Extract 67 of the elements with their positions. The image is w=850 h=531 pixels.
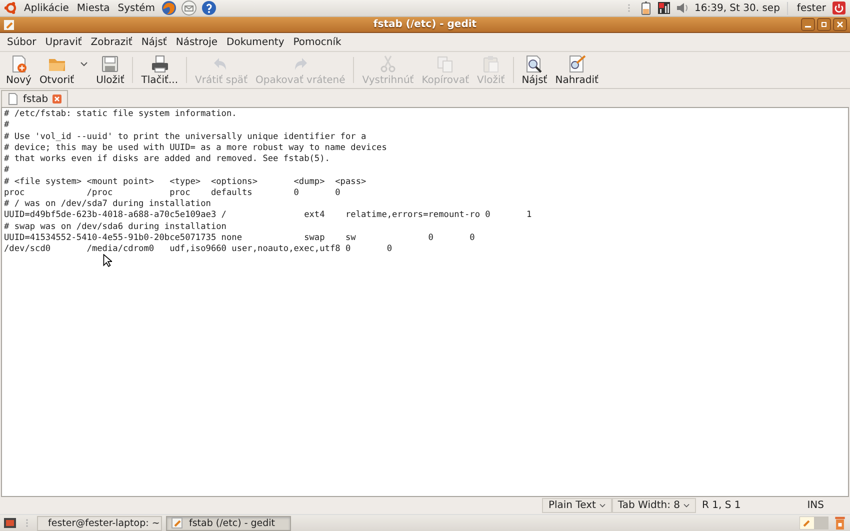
code-line: # / was on /dev/sda7 during installation (4, 199, 211, 210)
menu-item[interactable]: Upraviť (41, 36, 86, 48)
mail-icon[interactable] (181, 0, 198, 16)
code-line: # (4, 165, 10, 176)
menu-item[interactable]: Nájsť (137, 36, 171, 48)
network-icon[interactable] (656, 1, 670, 15)
menu-item[interactable]: Zobraziť (86, 36, 136, 48)
tab-width-dropdown[interactable]: Tab Width: 8 (612, 498, 696, 513)
mouse-pointer-icon (103, 254, 112, 267)
caret-icon[interactable] (80, 61, 88, 67)
show-desktop-icon[interactable] (3, 516, 17, 530)
code-line: # swap was on /dev/sda6 during installation (4, 222, 226, 233)
cursor-position: R 1, S 1 (701, 500, 742, 511)
code-line: # device; this may be used with UUID= as a more robust way to name devices (4, 142, 387, 154)
caret-icon (683, 503, 690, 508)
document-tab[interactable]: fstab (1, 90, 68, 107)
search-icon (524, 54, 544, 74)
taskbar-button[interactable]: fester@fester-laptop: ~ (37, 516, 162, 530)
taskbar-button[interactable]: fstab (/etc) - gedit (166, 516, 291, 530)
panel-menu[interactable]: Aplikácie (22, 2, 71, 14)
toolbar-button[interactable]: Uložiť (92, 53, 128, 87)
window-title: fstab (/etc) - gedit (373, 19, 477, 30)
code-line: # (4, 120, 10, 132)
code-line: UUID=d49bf5de-623b-4018-a688-a70c5e109ae3 / ext4 relatime,errors=remount-ro 0 1 (4, 210, 532, 222)
trash-icon[interactable] (833, 516, 847, 530)
panel-menu[interactable]: Systém (116, 2, 158, 14)
menu-item[interactable]: Pomocník (289, 36, 346, 48)
text-editor-icon[interactable] (3, 18, 15, 30)
power-icon[interactable] (832, 1, 846, 15)
battery-icon[interactable] (638, 1, 652, 15)
toolbar-button[interactable]: Nájsť (518, 53, 552, 87)
clock[interactable]: 16:39, St 30. sep (694, 2, 780, 14)
menu-item[interactable]: Dokumenty (222, 36, 288, 48)
ubuntu-logo-icon[interactable] (4, 1, 18, 15)
close-button[interactable] (833, 18, 847, 31)
code-line: /dev/scd0 /media/cdrom0 udf,iso9660 user,noauto,exec,utf8 0 0 (4, 244, 392, 256)
sticky-note-icon[interactable] (799, 516, 829, 530)
tab-label: fstab (23, 94, 48, 104)
clipboard-icon (480, 54, 501, 74)
panel-menu[interactable]: Miesta (74, 2, 112, 14)
minimize-button[interactable] (801, 18, 815, 31)
speaker-icon[interactable] (674, 1, 688, 15)
find-replace-icon (566, 54, 587, 74)
maximize-button[interactable] (817, 18, 831, 31)
copy-icon (435, 54, 456, 74)
code-line: UUID=41534552-5410-4e55-91b0-20bce5071735 none swap sw 0 0 (4, 232, 475, 244)
caret-icon (598, 503, 606, 508)
user-name[interactable]: fester (794, 2, 828, 14)
toolbar-button[interactable]: Tlačiť... (137, 53, 182, 87)
menu-item[interactable]: Nástroje (172, 36, 222, 48)
code-line: proc /proc proc defaults 0 0 (4, 188, 340, 199)
text-editor-icon (171, 517, 183, 529)
printer-icon (150, 54, 170, 74)
browser-icon[interactable] (161, 0, 178, 16)
help-icon[interactable] (201, 0, 218, 16)
code-line: # /etc/fstab: static file system information. (4, 109, 237, 120)
document-icon (7, 93, 19, 105)
toolbar-button[interactable]: Nahradiť (551, 53, 602, 87)
code-line: # Use 'vol_id --uuid' to print the universally unique identifier for a (4, 132, 366, 143)
code-line: # that works even if disks are added and removed. See fstab(5). (4, 154, 330, 166)
toolbar-button[interactable]: Otvoriť (35, 53, 78, 87)
language-dropdown[interactable]: Plain Text (542, 498, 612, 513)
menu-item[interactable]: Súbor (3, 36, 40, 48)
toolbar-button[interactable]: Nový (2, 53, 36, 87)
code-line: # <file system> <mount point> <type> <options> <dump> <pass> (4, 176, 366, 188)
close-icon[interactable] (52, 94, 62, 104)
insert-mode: INS (806, 500, 825, 511)
